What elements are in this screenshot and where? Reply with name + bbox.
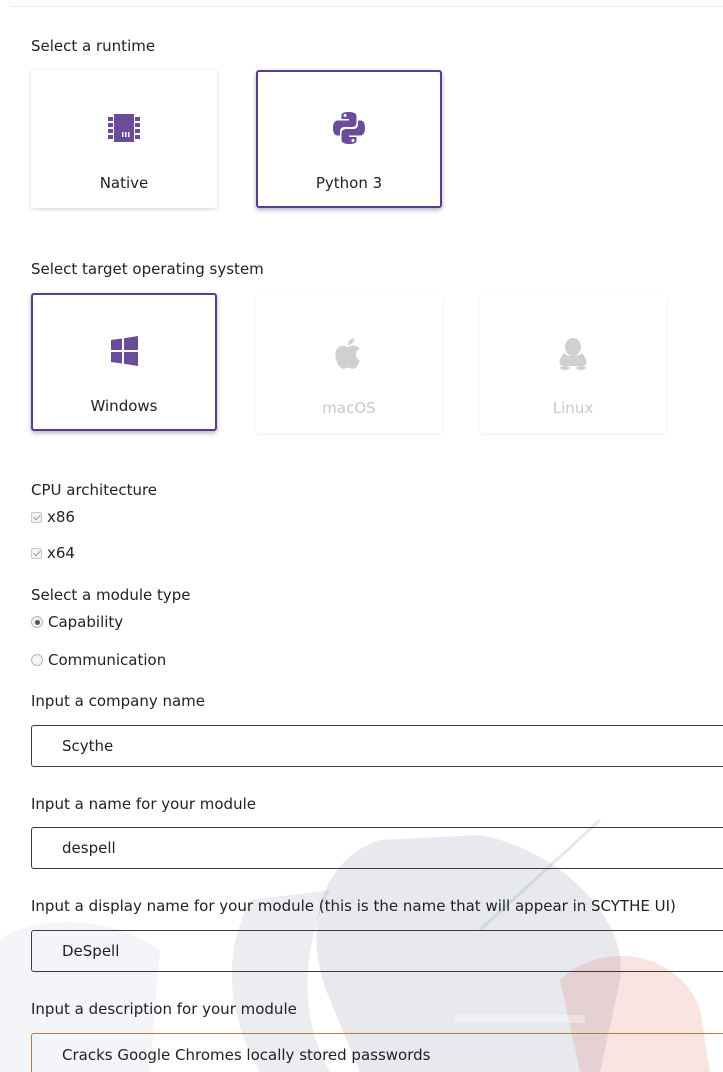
runtime-label: Select a runtime <box>31 37 156 55</box>
description-label: Input a description for your module <box>31 1000 297 1018</box>
os-card-linux: Linux <box>480 295 666 433</box>
cpu-option-x86[interactable]: x86 <box>31 508 75 526</box>
os-card-label: Windows <box>90 397 158 415</box>
windows-icon <box>33 331 215 371</box>
top-divider <box>10 6 723 7</box>
checkbox[interactable] <box>31 511 42 523</box>
module-type-communication[interactable]: Communication <box>31 651 166 669</box>
radio-button[interactable] <box>31 654 43 666</box>
description-input[interactable] <box>31 1033 723 1072</box>
runtime-card-label: Python 3 <box>315 174 383 192</box>
os-card-label: macOS <box>322 399 376 417</box>
cpu-option-x64[interactable]: x64 <box>31 544 75 562</box>
chip-icon <box>31 108 217 148</box>
radio-button[interactable] <box>31 616 43 628</box>
linux-icon <box>480 333 666 373</box>
display-name-label: Input a display name for your module (th… <box>31 897 676 915</box>
runtime-card-python[interactable]: Python 3 <box>256 70 442 208</box>
cpu-option-label: x64 <box>47 544 75 562</box>
os-card-label: Linux <box>552 399 594 417</box>
cpu-label: CPU architecture <box>31 481 158 499</box>
company-name-input[interactable] <box>31 725 723 767</box>
background-artwork <box>0 818 710 1072</box>
company-name-label: Input a company name <box>31 692 206 710</box>
module-type-capability[interactable]: Capability <box>31 613 123 631</box>
module-type-option-label: Communication <box>48 651 167 669</box>
os-card-windows[interactable]: Windows <box>31 293 217 431</box>
runtime-card-label: Native <box>99 174 149 192</box>
module-type-label: Select a module type <box>31 586 191 604</box>
python-icon <box>258 108 440 148</box>
module-name-label: Input a name for your module <box>31 795 256 813</box>
module-name-input[interactable] <box>31 827 723 869</box>
os-label: Select target operating system <box>31 260 264 278</box>
display-name-input[interactable] <box>31 930 723 972</box>
checkbox[interactable] <box>31 547 42 559</box>
cpu-option-label: x86 <box>47 508 75 526</box>
runtime-card-native[interactable]: Native <box>31 70 217 208</box>
os-card-macos: macOS <box>256 295 442 433</box>
module-type-option-label: Capability <box>48 613 124 631</box>
apple-icon <box>256 333 442 373</box>
